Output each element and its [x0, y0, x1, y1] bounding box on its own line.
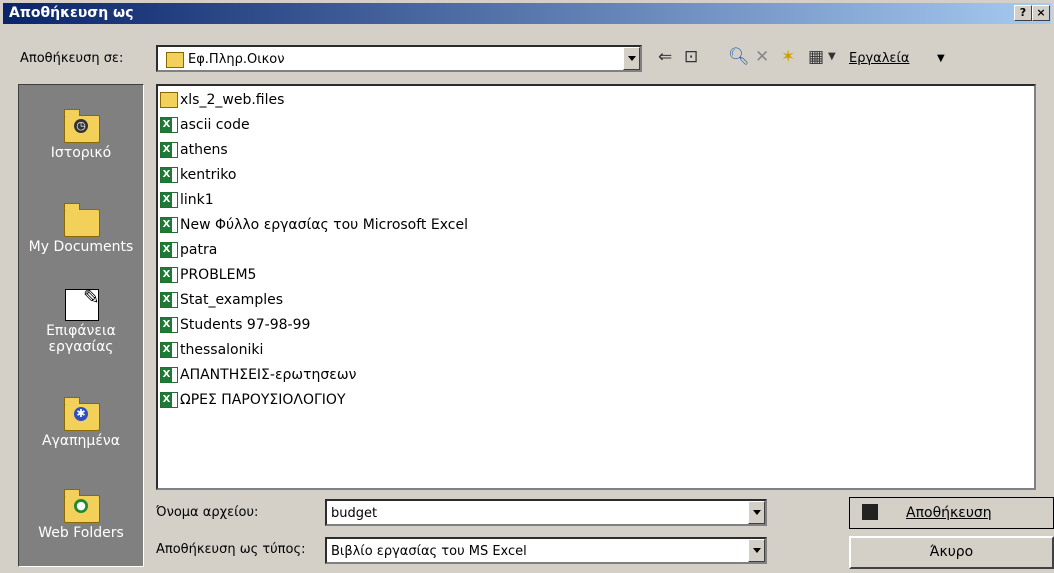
views-dropdown-icon[interactable]: ▼ [828, 47, 836, 67]
views-icon[interactable]: ▦ [808, 47, 824, 67]
excel-file-icon [160, 192, 178, 208]
excel-file-icon [160, 117, 178, 133]
excel-file-icon [160, 142, 178, 158]
excel-file-icon [160, 367, 178, 383]
web-folders-icon: ● [61, 487, 101, 525]
save-in-dropdown-button[interactable] [623, 47, 640, 70]
dialog-title: Αποθήκευση ως [9, 5, 134, 21]
folder-icon [160, 92, 178, 108]
list-item[interactable]: patra [160, 238, 217, 262]
new-folder-icon[interactable]: ✶ [781, 47, 795, 67]
excel-file-icon [160, 342, 178, 358]
save-in-label: Αποθήκευση σε: [20, 51, 124, 66]
place-web-folders[interactable]: ● Web Folders [19, 487, 143, 541]
place-my-documents-label: My Documents [28, 239, 134, 255]
title-bar: Αποθήκευση ως ? × [3, 3, 1051, 24]
excel-file-icon [160, 317, 178, 333]
excel-file-icon [160, 267, 178, 283]
search-web-icon[interactable]: 🔍︎ [728, 47, 750, 67]
help-button[interactable]: ? [1014, 5, 1032, 21]
place-desktop-label: Επιφάνεια εργασίας [46, 323, 116, 355]
list-item[interactable]: ΑΠΑΝΤΗΣΕΙΣ-ερωτησεων [160, 363, 356, 387]
excel-file-icon [160, 242, 178, 258]
filetype-label: Αποθήκευση ως τύπος: [156, 542, 306, 557]
list-item[interactable]: New Φύλλο εργασίας του Microsoft Excel [160, 213, 468, 237]
excel-file-icon [160, 217, 178, 233]
places-bar: ◷ Ιστορικό My Documents ✎ Επιφάνεια εργα… [18, 84, 144, 567]
place-my-documents[interactable]: My Documents [19, 201, 143, 255]
place-history-label: Ιστορικό [50, 145, 112, 161]
current-folder: Εφ.Πληρ.Οικον [188, 52, 285, 67]
list-item[interactable]: Students 97-98-99 [160, 313, 310, 337]
place-web-folders-label: Web Folders [38, 525, 124, 541]
filename-label: Όνομα αρχείου: [156, 505, 259, 520]
place-desktop[interactable]: ✎ Επιφάνεια εργασίας [19, 285, 143, 355]
place-favorites[interactable]: ✱ Αγαπημένα [19, 395, 143, 449]
desktop-icon: ✎ [61, 285, 101, 323]
cancel-button[interactable]: Άκυρο [849, 536, 1054, 569]
floppy-disk-icon [862, 504, 878, 520]
save-in-combo[interactable]: Εφ.Πληρ.Οικον [156, 45, 642, 72]
folder-icon [166, 52, 184, 68]
history-icon: ◷ [61, 107, 101, 145]
filename-value: budget [331, 506, 378, 521]
excel-file-icon [160, 392, 178, 408]
excel-file-icon [160, 292, 178, 308]
filetype-select[interactable]: Βιβλίο εργασίας του MS Excel [325, 537, 767, 564]
list-item[interactable]: thessaloniki [160, 338, 263, 362]
list-item[interactable]: ΩΡΕΣ ΠΑΡΟΥΣΙΟΛΟΓΙΟΥ [160, 388, 346, 412]
list-item[interactable]: link1 [160, 188, 214, 212]
delete-icon[interactable]: ✕ [755, 47, 769, 67]
close-button[interactable]: × [1032, 5, 1050, 21]
list-item[interactable]: PROBLEM5 [160, 263, 256, 287]
file-list[interactable]: xls_2_web.files ascii code athens kentri… [156, 84, 1036, 490]
place-history[interactable]: ◷ Ιστορικό [19, 107, 143, 161]
up-folder-icon[interactable]: ⊡ [684, 47, 698, 67]
filename-dropdown-button[interactable] [748, 501, 765, 524]
save-button-label: Αποθήκευση [906, 505, 992, 521]
list-item[interactable]: kentriko [160, 163, 236, 187]
my-documents-icon [61, 201, 101, 239]
list-item[interactable]: athens [160, 138, 228, 162]
list-item[interactable]: ascii code [160, 113, 250, 137]
save-button[interactable]: Αποθήκευση [849, 497, 1054, 529]
list-item[interactable]: xls_2_web.files [160, 88, 284, 112]
filetype-dropdown-button[interactable] [748, 539, 765, 562]
place-favorites-label: Αγαπημένα [42, 433, 120, 449]
save-as-dialog: Αποθήκευση ως ? × Αποθήκευση σε: Εφ.Πληρ… [0, 0, 1054, 573]
filename-field[interactable]: budget [325, 499, 767, 526]
filetype-value: Βιβλίο εργασίας του MS Excel [331, 544, 527, 559]
excel-file-icon [160, 167, 178, 183]
tools-dropdown-icon[interactable]: ▼ [937, 53, 945, 64]
back-icon[interactable]: ⇐ [658, 47, 672, 67]
favorites-icon: ✱ [61, 395, 101, 433]
list-item[interactable]: Stat_examples [160, 288, 283, 312]
tools-menu[interactable]: Εργαλεία [849, 51, 909, 66]
